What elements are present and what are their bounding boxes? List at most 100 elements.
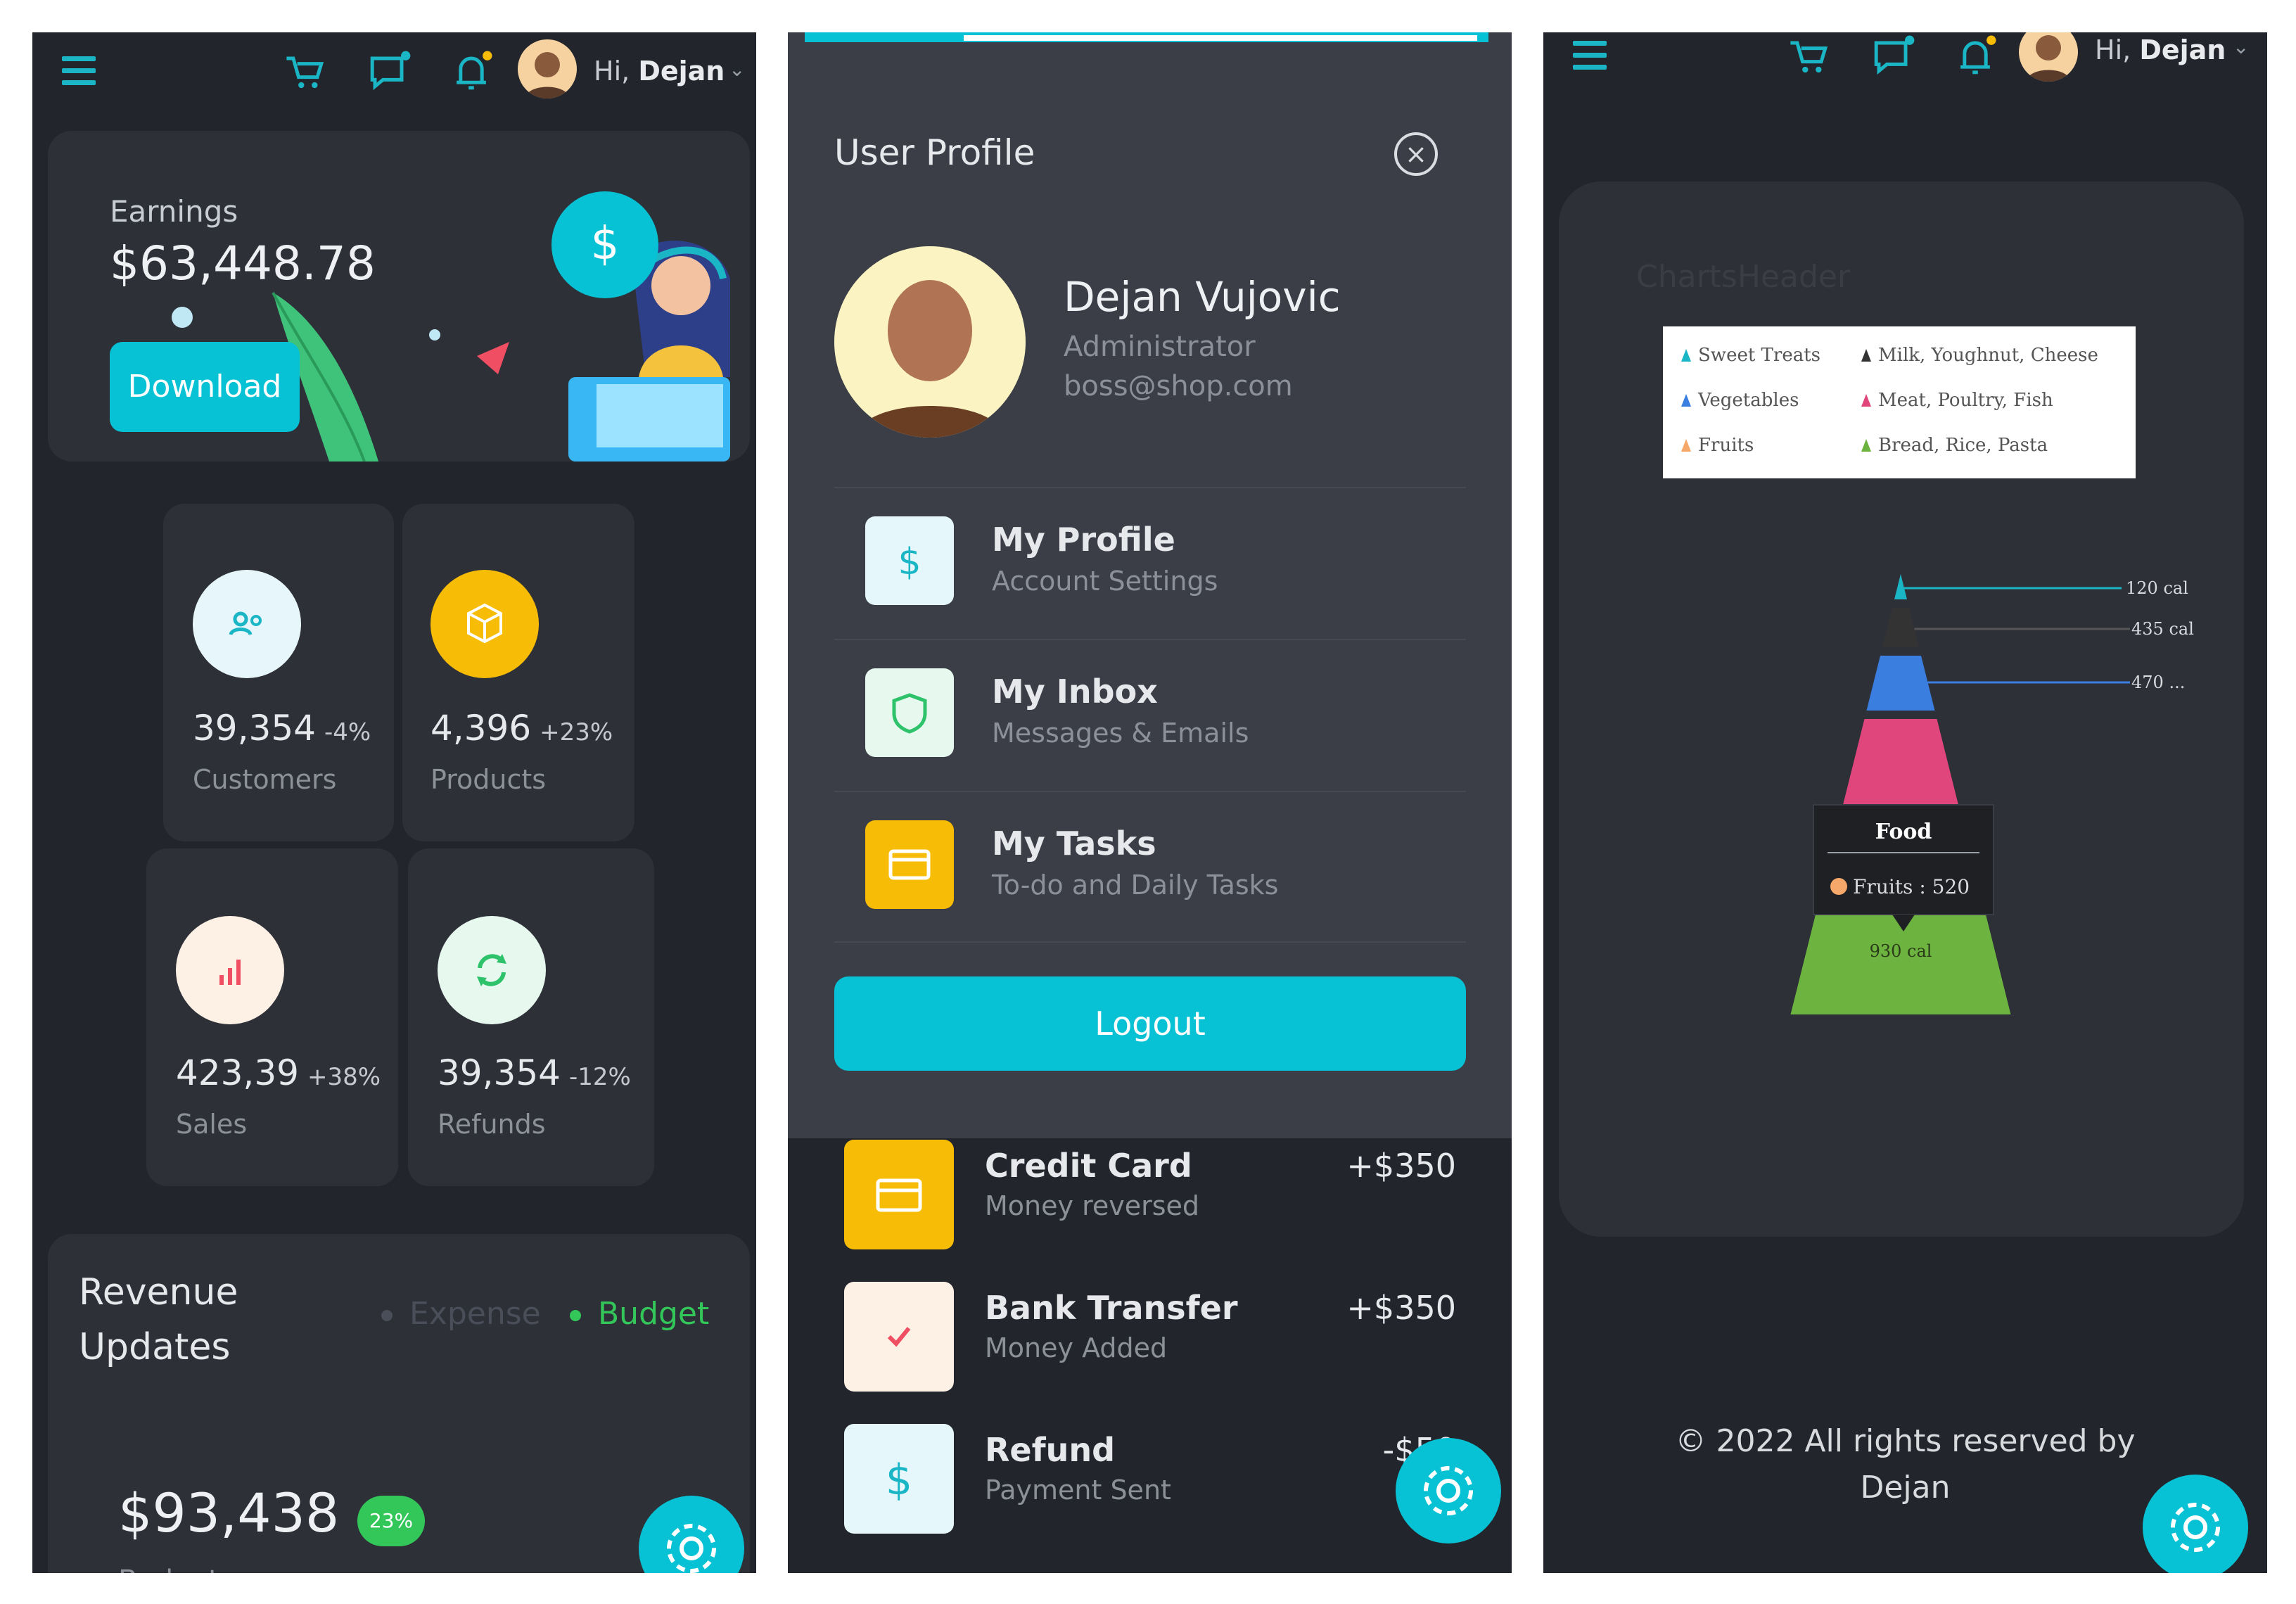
menu-item-my-tasks[interactable]: My Tasks To-do and Daily Tasks [834,791,1466,941]
legend-expense-label: Expense [409,1296,541,1332]
legend-item[interactable]: Milk, Youghnut, Cheese [1878,345,2098,366]
tooltip-title: Food [1875,820,1932,844]
svg-text:$: $ [591,218,620,270]
cart-icon[interactable] [1782,32,1836,83]
stat-card-products[interactable]: 4,396 +23% Products [402,504,634,841]
chart-tooltip: Food Fruits : 520 [1813,804,1994,931]
pyramid-chart: Sweet Treats Milk, Youghnut, Cheese Vegeta… [1663,326,2194,1014]
charts-header: ChartsHeader [1636,259,1851,295]
card-icon [844,1140,954,1249]
chevron-down-icon[interactable]: ⌄ [729,58,745,81]
profile-role: Administrator [1064,331,1256,363]
profile-name: Dejan Vujovic [1064,273,1341,321]
legend-dot [381,1310,393,1321]
stat-label: Products [431,764,547,795]
transaction-title: Bank Transfer [985,1289,1238,1327]
legend-item[interactable]: Vegetables [1697,390,1799,411]
chat-icon[interactable] [1866,32,1919,83]
top-bar: Hi, Dejan ⌄ [1543,32,2267,131]
greeting-hi: Hi, [2095,34,2131,65]
settings-gear-icon[interactable] [1396,1438,1501,1543]
transaction-sub: Money Added [985,1332,1168,1363]
profile-email: boss@shop.com [1064,370,1293,402]
legend-budget[interactable]: Budget [570,1296,709,1332]
data-label: 470 ... [2131,673,2185,692]
stat-card-refunds[interactable]: 39,354 -12% Refunds [408,848,654,1186]
bell-icon[interactable] [445,45,498,98]
chevron-down-icon[interactable]: ⌄ [2233,35,2249,58]
pyramid-level[interactable] [1882,608,1919,647]
stat-change: -4% [324,718,371,746]
hamburger-menu-icon[interactable] [62,56,96,87]
avatar[interactable] [518,39,577,98]
stat-value: 4,396 +23% [431,708,613,749]
dollar-icon: $ [844,1424,954,1534]
avatar [834,246,1026,438]
transaction-amount: +$350 [1346,1147,1456,1185]
dollar-bubble-icon: $ [551,191,658,298]
data-label: 120 cal [2126,578,2188,598]
transaction-title: Refund [985,1431,1116,1469]
menu-item-title: My Tasks [992,825,1156,863]
settings-gear-icon[interactable] [639,1496,744,1573]
transaction-row[interactable]: Credit Card Money reversed +$350 [844,1140,1456,1259]
revenue-title-line2: Updates [79,1326,231,1368]
stat-change: +38% [307,1063,381,1091]
tooltip-marker [1830,878,1847,895]
stat-number: 39,354 [193,708,316,749]
close-icon[interactable]: × [1394,132,1438,176]
svg-text:$: $ [898,541,921,583]
greeting-hi: Hi, [594,56,630,87]
transaction-row[interactable]: Bank Transfer Money Added +$350 [844,1282,1456,1401]
shield-icon [865,668,954,757]
pyramid-level[interactable] [1841,719,1960,812]
stat-card-sales[interactable]: 423,39 +38% Sales [146,848,398,1186]
card-icon [865,820,954,909]
logout-button[interactable]: Logout [834,976,1466,1071]
stat-change: +23% [540,718,613,746]
stat-number: 39,354 [438,1052,561,1093]
earnings-label: Earnings [110,194,238,229]
stat-change: -12% [568,1063,631,1091]
stat-label: Customers [193,764,337,795]
settings-gear-icon[interactable] [2143,1475,2248,1573]
earnings-illustration [272,241,730,462]
legend-item[interactable]: Meat, Poultry, Fish [1878,390,2053,411]
box-icon [431,570,539,678]
legend-item[interactable]: Sweet Treats [1698,345,1820,366]
transaction-row[interactable]: $ Refund Payment Sent -$50 [844,1424,1456,1543]
tooltip-series: Fruits : 520 [1853,875,1970,898]
legend-item[interactable]: Fruits [1698,435,1754,456]
transaction-sub: Money reversed [985,1190,1200,1221]
hamburger-menu-icon[interactable] [1573,41,1607,72]
greeting: Hi, Dejan [594,53,725,89]
menu-item-title: My Inbox [992,673,1158,711]
stat-label: Sales [176,1109,248,1140]
legend-dot [570,1310,581,1321]
menu-item-my-profile[interactable]: $ My Profile Account Settings [834,487,1466,637]
transaction-title: Credit Card [985,1147,1192,1185]
divider [834,941,1466,943]
data-label: 435 cal [2131,619,2194,639]
pyramid-level[interactable] [1894,574,1907,599]
stat-card-customers[interactable]: 39,354 -4% Customers [163,504,394,841]
top-bar: Hi, Dejan ⌄ [32,32,756,131]
decorative-dot [172,307,193,328]
avatar[interactable] [2019,32,2078,82]
download-button[interactable]: Download [110,342,300,432]
chat-icon[interactable] [362,45,415,98]
menu-item-sub: Messages & Emails [992,718,1249,749]
menu-item-title: My Profile [992,521,1175,559]
menu-item-my-inbox[interactable]: My Inbox Messages & Emails [834,639,1466,789]
legend-item[interactable]: Bread, Rice, Pasta [1878,435,2048,456]
stat-value: 39,354 -12% [438,1052,631,1093]
legend-expense[interactable]: Expense [381,1296,541,1332]
users-icon [193,570,301,678]
bell-icon[interactable] [1949,32,2002,83]
menu-item-sub: To-do and Daily Tasks [992,870,1279,900]
cart-icon[interactable] [279,45,332,98]
refresh-icon [438,916,546,1024]
pyramid-level[interactable] [1866,656,1935,711]
revenue-amount: $93,438 [118,1482,340,1544]
transaction-amount: +$350 [1346,1289,1456,1327]
